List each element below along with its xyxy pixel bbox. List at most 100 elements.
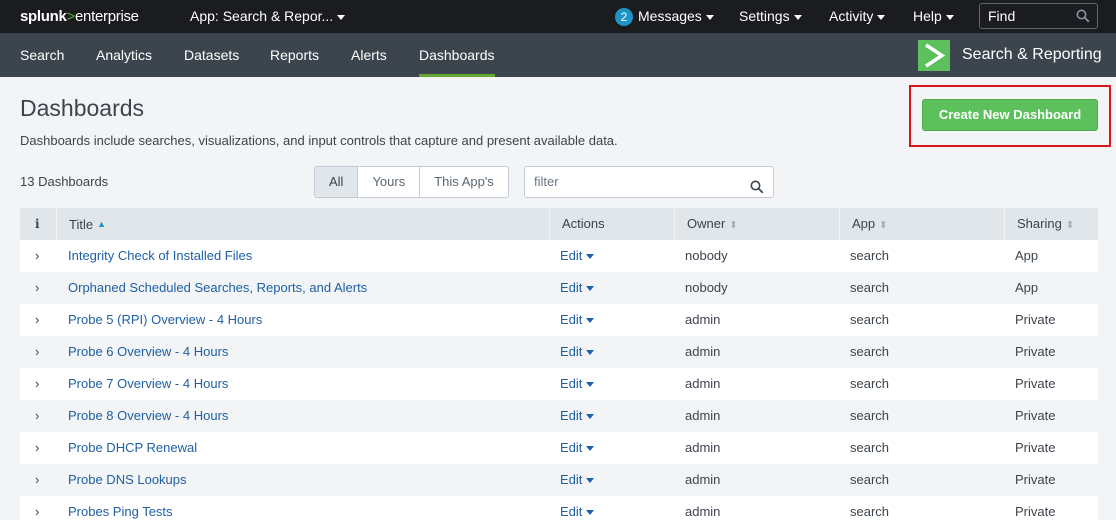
title-header-label: Title — [69, 217, 94, 232]
title-column-header[interactable]: Title ▲ — [56, 208, 549, 240]
app-cell: search — [850, 408, 890, 423]
sharing-cell: Private — [1015, 344, 1056, 359]
app-title: Search & Reporting — [962, 46, 1102, 63]
page-description: Dashboards include searches, visualizati… — [20, 133, 618, 148]
edit-menu[interactable]: Edit — [560, 368, 595, 400]
app-cell: search — [850, 376, 890, 391]
tab-datasets[interactable]: Datasets — [184, 47, 239, 63]
expand-row-chevron-icon[interactable]: › — [35, 464, 45, 496]
app-cell: search — [850, 248, 890, 263]
expand-row-chevron-icon[interactable]: › — [35, 336, 45, 368]
edit-menu[interactable]: Edit — [560, 336, 595, 368]
search-icon — [750, 175, 764, 205]
create-new-dashboard-button[interactable]: Create New Dashboard — [922, 99, 1098, 131]
table-row: › Orphaned Scheduled Searches, Reports, … — [20, 272, 1098, 304]
table-header: i Title ▲ Actions Owner ⬍ App ⬍ Sharing ⬍ — [20, 208, 1098, 240]
expand-row-chevron-icon[interactable]: › — [35, 304, 45, 336]
chevron-down-icon — [586, 382, 595, 388]
sharing-cell: Private — [1015, 312, 1056, 327]
chevron-down-icon — [945, 14, 954, 20]
sort-ascending-icon: ▲ — [97, 219, 106, 229]
owner-cell: admin — [685, 504, 721, 519]
search-icon — [1076, 9, 1090, 26]
help-menu[interactable]: Help — [913, 8, 954, 24]
owner-column-header[interactable]: Owner ⬍ — [674, 208, 839, 240]
sharing-cell: Private — [1015, 408, 1056, 423]
activity-label: Activity — [829, 8, 874, 24]
edit-menu[interactable]: Edit — [560, 240, 595, 272]
filter-all-button[interactable]: All — [315, 167, 358, 197]
chevron-down-icon — [586, 478, 595, 484]
owner-header-label: Owner — [687, 216, 726, 231]
table-row: › Probe DHCP Renewal Edit admin search P… — [20, 432, 1098, 464]
owner-cell: admin — [685, 344, 721, 359]
expand-row-chevron-icon[interactable]: › — [35, 432, 45, 464]
chevron-down-icon — [586, 286, 595, 292]
owner-cell: admin — [685, 408, 721, 423]
chevron-down-icon — [586, 510, 595, 516]
find-placeholder: Find — [988, 8, 1016, 24]
expand-row-chevron-icon[interactable]: › — [35, 400, 45, 432]
edit-menu[interactable]: Edit — [560, 400, 595, 432]
filter-yours-button[interactable]: Yours — [357, 167, 419, 197]
table-row: › Probe 5 (RPI) Overview - 4 Hours Edit … — [20, 304, 1098, 336]
filter-this-app-button[interactable]: This App's — [419, 167, 508, 197]
expand-row-chevron-icon[interactable]: › — [35, 496, 45, 520]
ownership-filter: All Yours This App's — [314, 166, 509, 198]
dashboard-title-link[interactable]: Probes Ping Tests — [68, 496, 173, 520]
edit-menu[interactable]: Edit — [560, 304, 595, 336]
chevron-down-icon — [705, 14, 714, 20]
edit-menu[interactable]: Edit — [560, 496, 595, 520]
expand-row-chevron-icon[interactable]: › — [35, 368, 45, 400]
owner-cell: admin — [685, 376, 721, 391]
expand-row-chevron-icon[interactable]: › — [35, 272, 45, 304]
activity-menu[interactable]: Activity — [829, 8, 886, 24]
app-header-label: App — [852, 216, 876, 231]
dashboard-title-link[interactable]: Probe DHCP Renewal — [68, 432, 197, 464]
edit-label: Edit — [560, 312, 583, 327]
dashboard-title-link[interactable]: Probe 6 Overview - 4 Hours — [68, 336, 228, 368]
messages-count-badge: 2 — [615, 8, 633, 27]
sharing-column-header[interactable]: Sharing ⬍ — [1004, 208, 1098, 240]
find-input[interactable]: Find — [979, 3, 1098, 29]
tab-dashboards[interactable]: Dashboards — [419, 47, 495, 77]
tab-analytics[interactable]: Analytics — [96, 47, 152, 63]
edit-menu[interactable]: Edit — [560, 432, 595, 464]
dashboard-title-link[interactable]: Probe 5 (RPI) Overview - 4 Hours — [68, 304, 262, 336]
dashboard-title-link[interactable]: Probe DNS Lookups — [68, 464, 187, 496]
filter-input[interactable]: filter — [524, 166, 774, 198]
tab-search[interactable]: Search — [20, 47, 64, 63]
app-menu[interactable]: App: Search & Repor... — [190, 8, 346, 24]
owner-cell: nobody — [685, 248, 728, 263]
edit-menu[interactable]: Edit — [560, 272, 595, 304]
messages-menu[interactable]: 2 Messages — [615, 8, 714, 27]
sharing-cell: Private — [1015, 376, 1056, 391]
tab-reports[interactable]: Reports — [270, 47, 319, 63]
table-row: › Probes Ping Tests Edit admin search Pr… — [20, 496, 1098, 520]
splunk-logo[interactable]: splunk>enterprise — [20, 8, 139, 25]
logo-chevron: > — [66, 8, 76, 25]
info-column-header[interactable]: i — [20, 208, 56, 240]
dashboard-title-link[interactable]: Probe 8 Overview - 4 Hours — [68, 400, 228, 432]
owner-cell: admin — [685, 472, 721, 487]
chevron-down-icon — [586, 318, 595, 324]
chevron-down-icon — [586, 350, 595, 356]
settings-menu[interactable]: Settings — [739, 8, 802, 24]
edit-menu[interactable]: Edit — [560, 464, 595, 496]
tab-alerts[interactable]: Alerts — [351, 47, 387, 63]
app-cell: search — [850, 280, 890, 295]
logo-text: splunk — [20, 8, 67, 25]
app-logo-icon — [918, 40, 950, 71]
dashboard-title-link[interactable]: Probe 7 Overview - 4 Hours — [68, 368, 228, 400]
edit-label: Edit — [560, 440, 583, 455]
sharing-cell: Private — [1015, 440, 1056, 455]
chevron-down-icon — [586, 254, 595, 260]
dashboard-title-link[interactable]: Orphaned Scheduled Searches, Reports, an… — [68, 272, 367, 304]
dashboard-title-link[interactable]: Integrity Check of Installed Files — [68, 240, 252, 272]
app-column-header[interactable]: App ⬍ — [839, 208, 1004, 240]
sharing-header-label: Sharing — [1017, 216, 1062, 231]
messages-label: Messages — [638, 8, 702, 24]
expand-row-chevron-icon[interactable]: › — [35, 240, 45, 272]
owner-cell: admin — [685, 440, 721, 455]
sharing-cell: Private — [1015, 472, 1056, 487]
